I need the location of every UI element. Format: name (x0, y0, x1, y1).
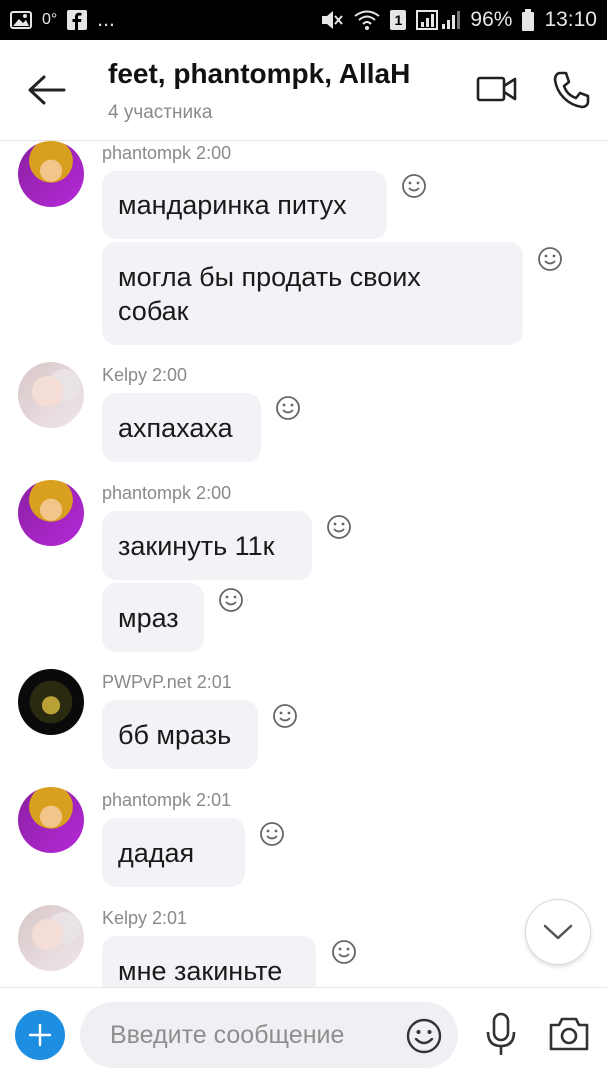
mute-icon (320, 9, 344, 31)
message-bubble[interactable]: мандаринка питух (102, 171, 387, 239)
more-notifications-text: ... (97, 8, 115, 31)
message-bubble[interactable]: могла бы продать своих собак (102, 242, 523, 345)
avatar-phantompk[interactable] (18, 480, 84, 546)
signal-icon (416, 10, 461, 30)
sender-line: phantompk 2:00 (102, 143, 232, 163)
back-arrow-icon (28, 75, 66, 105)
voice-call-button[interactable] (552, 70, 590, 110)
message-bubble[interactable]: бб мразь (102, 700, 258, 769)
battery-icon (522, 9, 535, 31)
phone-icon (553, 71, 590, 109)
message-input[interactable] (110, 1015, 390, 1055)
message-text: мраз (118, 602, 179, 633)
plus-icon (28, 1023, 52, 1047)
avatar-kelpy[interactable] (18, 905, 84, 971)
avatar-pwpvp[interactable] (18, 669, 84, 735)
message-bubble[interactable]: ахпахаха (102, 393, 261, 462)
reaction-button[interactable] (537, 246, 563, 272)
message-text: мандаринка питух (118, 190, 347, 220)
smiley-react-icon (402, 174, 426, 198)
sim-icon: 1 (390, 10, 407, 30)
status-bar: 0° ... 1 96% 13:10 (0, 0, 607, 40)
status-bar-left: 0° ... (10, 8, 115, 32)
mic-icon (486, 1012, 516, 1055)
microphone-button[interactable] (484, 1012, 518, 1058)
avatar-phantompk[interactable] (18, 787, 84, 853)
reaction-button[interactable] (272, 703, 298, 729)
reaction-button[interactable] (275, 395, 301, 421)
avatar-kelpy[interactable] (18, 362, 84, 428)
smiley-react-icon (327, 515, 351, 539)
scroll-to-bottom-button[interactable] (525, 899, 591, 965)
sender-line: Kelpy 2:01 (102, 908, 188, 928)
smiley-react-icon (538, 247, 562, 271)
avatar-phantompk[interactable] (18, 141, 84, 207)
battery-percent: 96% (470, 8, 513, 31)
camera-button[interactable] (548, 1016, 590, 1052)
message-input-container (80, 1002, 458, 1068)
message-text: бб мразь (118, 719, 232, 750)
message-list[interactable]: phantompk 2:00 мандаринка питух могла бы… (0, 141, 607, 987)
reaction-button[interactable] (401, 173, 427, 199)
wifi-icon (354, 10, 381, 30)
video-call-icon (476, 76, 517, 102)
status-bar-right: 1 96% 13:10 (320, 8, 597, 32)
smiley-react-icon (332, 940, 356, 964)
message-text: закинуть 11к (118, 530, 275, 561)
chat-header: feet, phantompk, AllaH 4 участника (0, 40, 607, 141)
reaction-button[interactable] (326, 514, 352, 540)
sender-line: phantompk 2:00 (102, 483, 232, 503)
message-bubble[interactable]: дадая (102, 818, 245, 887)
reaction-button[interactable] (259, 821, 285, 847)
message-bubble[interactable]: мраз (102, 583, 204, 652)
sender-line: phantompk 2:01 (102, 790, 232, 810)
emoji-icon (406, 1018, 442, 1054)
sim-number: 1 (394, 12, 403, 28)
temperature-text: 0° (42, 11, 58, 28)
smiley-react-icon (273, 704, 297, 728)
sender-line: Kelpy 2:00 (102, 365, 188, 385)
message-bubble[interactable]: мне закиньте (102, 936, 316, 987)
clock: 13:10 (544, 8, 597, 31)
participant-count[interactable]: 4 участника (108, 102, 212, 124)
chat-title[interactable]: feet, phantompk, AllaH (108, 58, 410, 90)
message-text: дадая (118, 837, 195, 868)
back-button[interactable] (26, 72, 70, 108)
reaction-button[interactable] (331, 939, 357, 965)
add-button[interactable] (15, 1010, 65, 1060)
reaction-button[interactable] (218, 587, 244, 613)
emoji-button[interactable] (406, 1018, 442, 1054)
smiley-react-icon (219, 588, 243, 612)
message-text: мне закиньте (118, 955, 283, 986)
compose-bar (0, 987, 607, 1080)
smiley-react-icon (276, 396, 300, 420)
message-bubble[interactable]: закинуть 11к (102, 511, 312, 580)
camera-icon (549, 1017, 589, 1051)
sender-line: PWPvP.net 2:01 (102, 672, 232, 692)
video-call-button[interactable] (476, 74, 518, 106)
message-text: могла бы продать своих собак (118, 261, 421, 326)
chevron-down-icon (543, 924, 573, 940)
facebook-icon (67, 10, 88, 30)
smiley-react-icon (260, 822, 284, 846)
image-icon (10, 10, 32, 30)
message-text: ахпахаха (118, 412, 233, 443)
